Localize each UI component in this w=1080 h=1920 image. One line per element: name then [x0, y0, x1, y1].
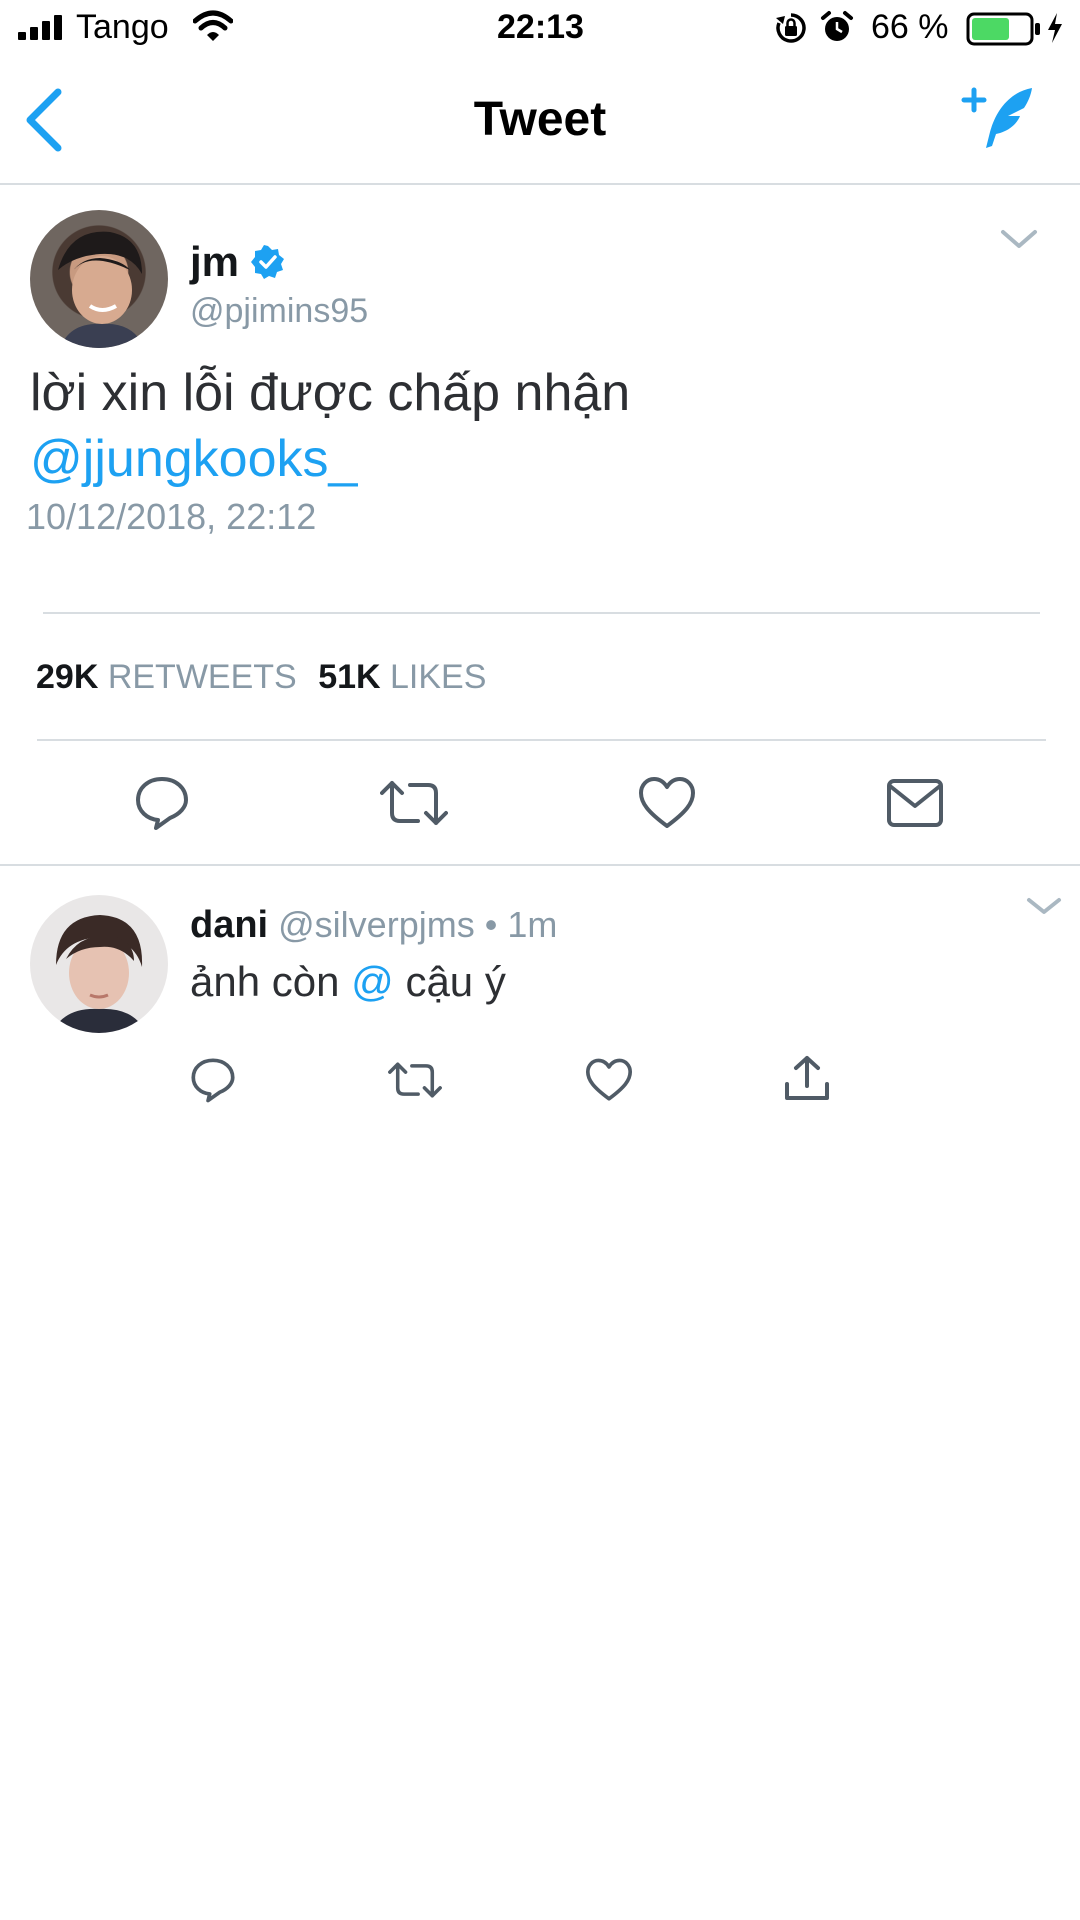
tweet-timestamp: 10/12/2018, 22:12 [26, 496, 317, 537]
avatar[interactable] [30, 210, 168, 348]
direct-message-icon[interactable] [886, 778, 944, 828]
nav-divider [0, 183, 1080, 185]
retweet-icon[interactable] [380, 775, 448, 831]
reply-text-after: cậu ý [405, 958, 506, 1005]
engagement-stats: 29K RETWEETS 51K LIKES [36, 658, 486, 697]
stats-bottom-divider [37, 739, 1046, 741]
reply-handle[interactable]: @silverpjms [278, 904, 475, 945]
stats-top-divider [43, 612, 1040, 614]
reply-header: dani @silverpjms • 1m [190, 904, 557, 947]
reply-reply-icon[interactable] [190, 1057, 236, 1103]
carrier-name: Tango [76, 8, 169, 46]
chevron-down-icon[interactable] [1000, 228, 1038, 250]
tweet-text: lời xin lỗi được chấp nhận [30, 364, 631, 422]
alarm-icon [820, 10, 854, 44]
reply-time: 1m [507, 904, 558, 945]
page-title: Tweet [473, 93, 607, 146]
retweets-label[interactable]: RETWEETS [108, 658, 297, 696]
likes-label[interactable]: LIKES [390, 658, 486, 696]
likes-count[interactable]: 51K [318, 658, 380, 696]
charging-icon [1046, 12, 1064, 44]
reply-like-icon[interactable] [585, 1058, 633, 1102]
reply-display-name[interactable]: dani [190, 904, 268, 946]
status-bar: Tango 22:13 66 % [0, 0, 1080, 60]
display-name[interactable]: jm [190, 238, 239, 286]
reply-icon[interactable] [134, 775, 190, 831]
tweet-divider [0, 864, 1080, 866]
reply-mention-link[interactable]: @ [351, 958, 394, 1005]
signal-icon [18, 14, 64, 40]
retweets-count[interactable]: 29K [36, 658, 98, 696]
mention-link[interactable]: @jjungkooks_ [30, 426, 357, 492]
user-handle[interactable]: @pjimins95 [190, 292, 368, 331]
like-icon[interactable] [638, 776, 696, 830]
reply-retweet-icon[interactable] [388, 1058, 442, 1102]
wifi-icon [193, 10, 233, 42]
reply-chevron-down-icon[interactable] [1026, 896, 1062, 916]
reply-text-before: ảnh còn [190, 958, 340, 1005]
battery-percent: 66 % [871, 8, 949, 46]
verified-badge-icon [251, 245, 285, 279]
compose-tweet-icon[interactable] [960, 86, 1040, 152]
reply-avatar[interactable] [30, 895, 168, 1033]
battery-icon [966, 12, 1042, 46]
rotation-lock-icon [775, 12, 807, 44]
reply-text: ảnh còn @ cậu ý [190, 958, 506, 1006]
status-time: 22:13 [497, 8, 584, 46]
share-icon[interactable] [782, 1054, 832, 1104]
reply-separator: • [484, 904, 498, 945]
